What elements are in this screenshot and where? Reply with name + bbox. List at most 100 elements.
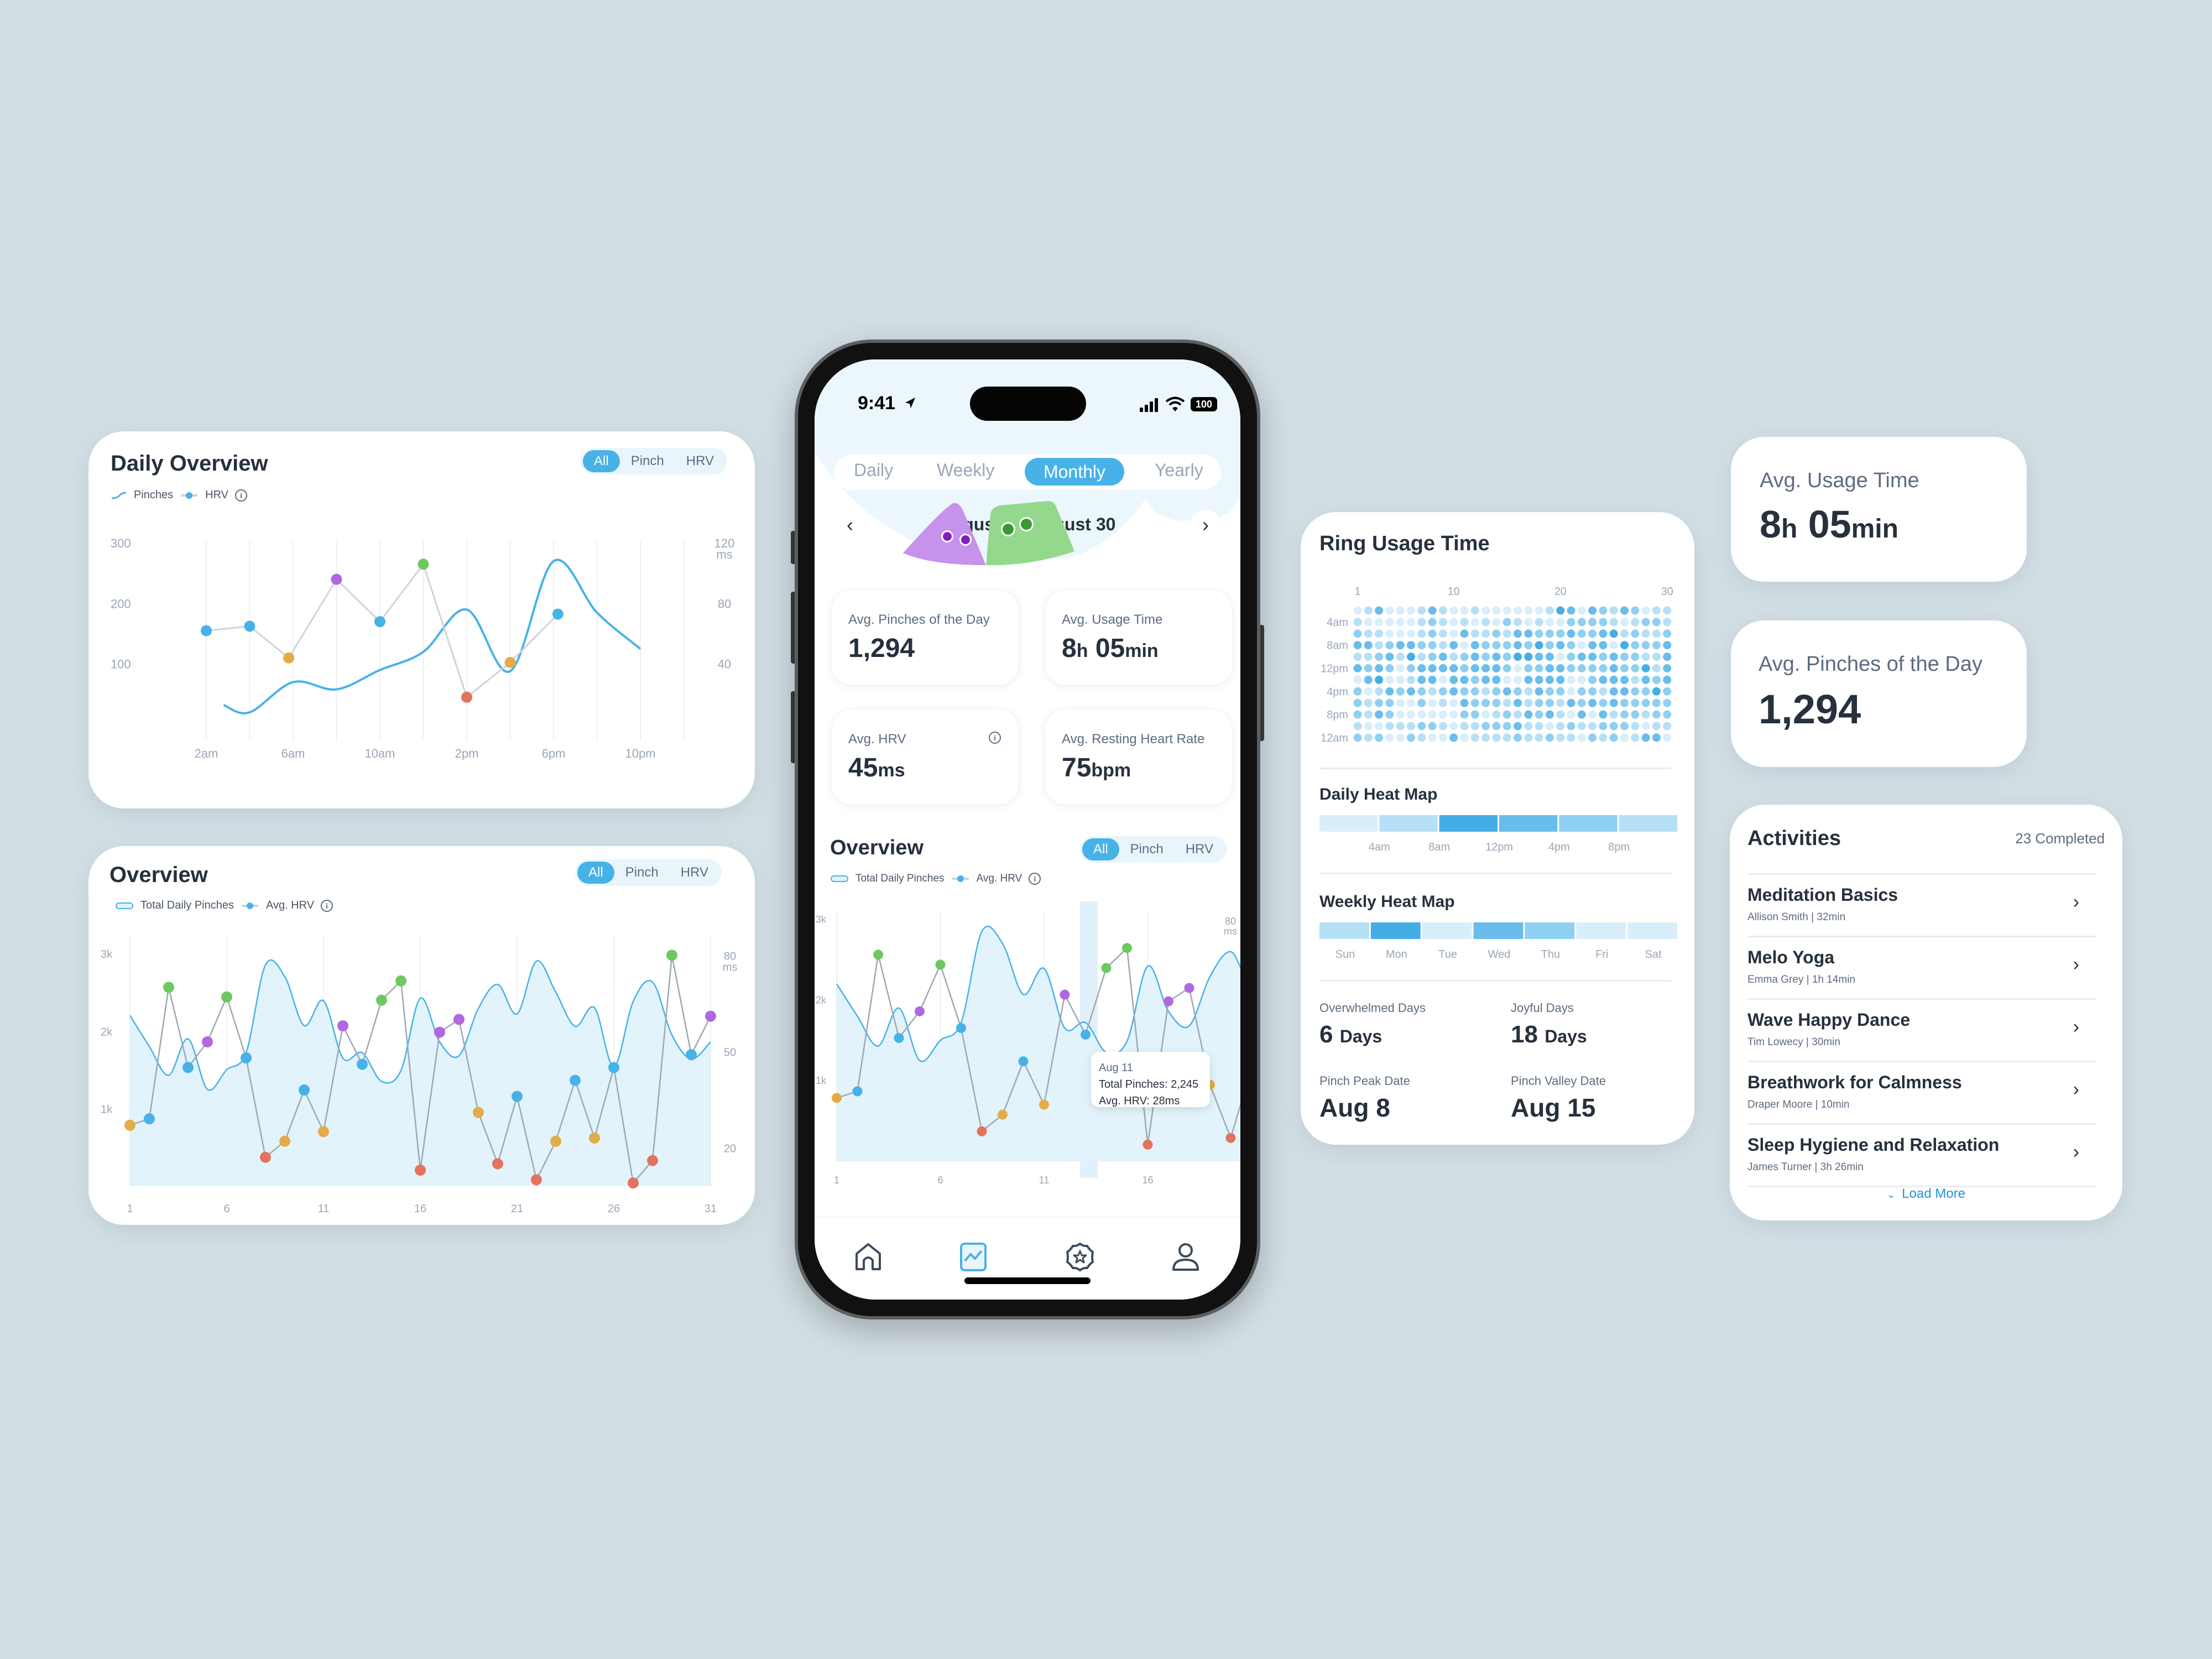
activity-item[interactable]: Breathwork for Calmness Draper Moore | 10… [1747,1062,2096,1123]
usage-dot [1353,675,1362,684]
usage-dot [1620,629,1629,638]
y-tick: 12pm [1321,663,1348,675]
overview-card: Overview All Pinch HRV Total Daily Pinch… [88,846,755,1225]
usage-dot [1567,664,1575,672]
usage-dot [1364,722,1373,731]
stat-overwhelmed-days: Overwhelmed Days 6 Days [1319,1001,1426,1048]
usage-dot [1524,675,1533,684]
stat-card-avg-pinches[interactable]: Avg. Pinches of the Day 1,294 [831,589,1019,686]
y-tick-left: 300 [111,536,131,550]
activity-item[interactable]: Meditation Basics Allison Smith | 32min › [1747,875,2096,936]
tab-daily[interactable]: Daily [854,460,893,481]
hrv-point [299,1084,310,1095]
usage-dot [1577,675,1586,684]
heat-cell [1576,922,1626,939]
usage-dot [1620,664,1629,672]
usage-dot [1577,641,1586,650]
usage-dot [1652,664,1661,672]
x-tick: 1 [1354,586,1360,598]
x-tick: 6pm [542,747,566,760]
usage-dot [1631,733,1640,742]
usage-dot [1588,698,1597,707]
usage-dot [1545,641,1554,650]
hrv-point [376,994,387,1006]
activity-item[interactable]: Wave Happy Dance Tim Lowecy | 30min › [1747,1000,2096,1061]
tab-monthly[interactable]: Monthly [1025,458,1124,486]
hrv-point [832,1093,842,1103]
divider [1319,980,1671,982]
usage-dot [1460,710,1469,719]
usage-dot [1556,687,1565,696]
hrv-point [666,950,677,961]
usage-dot [1577,653,1586,661]
usage-dot [1641,653,1650,661]
filter-hrv[interactable]: HRV [1175,838,1224,860]
usage-dot [1470,618,1479,627]
nav-home[interactable] [849,1238,888,1276]
usage-dot [1481,675,1490,684]
usage-dot [1588,641,1597,650]
nav-achievements[interactable] [1061,1238,1099,1276]
filter-all[interactable]: All [1082,838,1119,860]
usage-dot [1438,653,1447,661]
activity-item[interactable]: Melo Yoga Emma Grey | 1h 14min › [1747,937,2096,998]
x-tick: Sat [1645,948,1662,961]
tab-weekly[interactable]: Weekly [937,460,994,481]
usage-dot [1620,675,1629,684]
info-icon[interactable]: i [989,732,1001,744]
usage-dot [1556,675,1565,684]
load-more-button[interactable]: ⌄ Load More [1730,1186,2122,1202]
home-indicator[interactable] [964,1277,1091,1284]
usage-dot [1599,653,1608,661]
x-tick: 4am [1369,841,1390,853]
tooltip-hrv: Avg. HRV: 28ms [1099,1095,1180,1107]
usage-dot [1417,664,1426,672]
usage-dot [1481,629,1490,638]
nav-insights[interactable] [954,1238,993,1276]
usage-dot [1481,664,1490,672]
filter-pinch[interactable]: Pinch [1119,838,1175,860]
hrv-point [202,1036,213,1047]
usage-dot [1545,629,1554,638]
legend-avg-hrv: Avg. HRV [976,873,1022,884]
usage-dot [1567,641,1575,650]
nav-profile[interactable] [1166,1238,1205,1276]
usage-dot [1567,733,1575,742]
stat-card-resting-hr[interactable]: Avg. Resting Heart Rate 75bpm [1045,709,1233,805]
usage-dot [1599,733,1608,742]
badge-star-icon [1066,1242,1094,1272]
weekly-heat-map-title: Weekly Heat Map [1319,893,1455,911]
usage-dot [1663,618,1672,627]
stat-card-avg-hrv[interactable]: Avg. HRV i 45ms [831,709,1019,805]
usage-dot [1481,733,1490,742]
activity-item[interactable]: Sleep Hygiene and Relaxation James Turner… [1747,1125,2096,1186]
activity-meta: Emma Grey | 1h 14min [1747,974,1856,985]
usage-dot [1353,653,1362,661]
hrv-point [550,1135,561,1147]
tab-yearly[interactable]: Yearly [1155,460,1203,481]
info-icon[interactable]: i [1029,873,1041,885]
usage-dot [1481,687,1490,696]
usage-dot [1449,653,1458,661]
next-period-button[interactable]: › [1190,510,1222,542]
hrv-point [608,1062,619,1073]
stat-card-avg-usage[interactable]: Avg. Usage Time 8h 05min [1045,589,1233,686]
usage-dot [1449,664,1458,672]
chevron-right-icon: › [2073,891,2079,912]
usage-dot [1481,653,1490,661]
x-tick: 10pm [625,747,655,760]
hrv-point [1039,1099,1049,1110]
usage-dot [1503,710,1511,719]
usage-dot [1514,641,1522,650]
usage-dot [1428,653,1437,661]
activity-meta: James Turner | 3h 26min [1747,1161,1864,1173]
usage-dot [1353,606,1362,615]
stat-value: 45ms [848,753,905,782]
usage-dot [1353,664,1362,672]
hrv-point [461,691,472,703]
usage-dot [1438,641,1447,650]
usage-dot [1396,618,1405,627]
heat-cell [1370,922,1421,939]
usage-dot [1364,698,1373,707]
usage-dot [1492,687,1501,696]
